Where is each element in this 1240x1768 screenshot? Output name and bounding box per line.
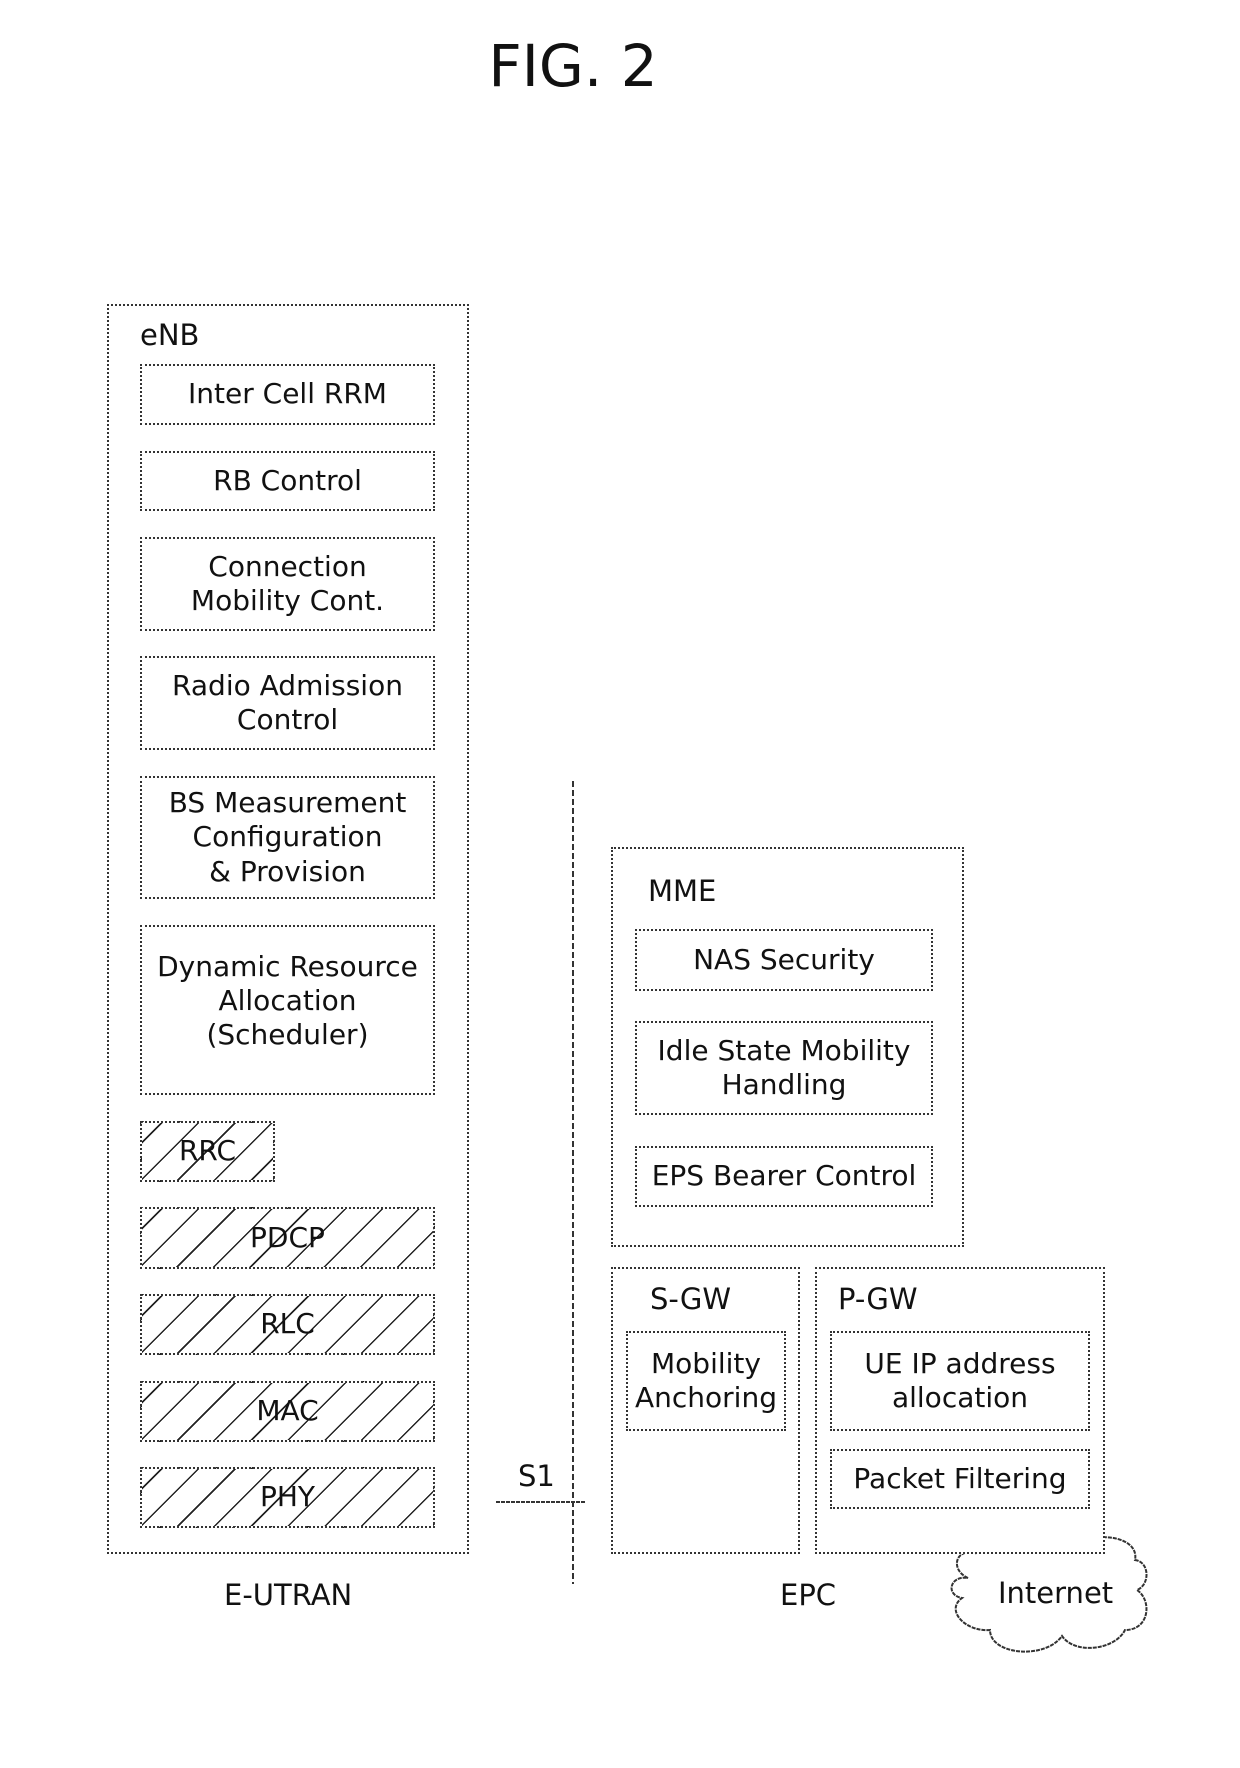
pgw-function-ue-ip-allocation: UE IP address allocation [830,1331,1090,1431]
sgw-function-mobility-anchoring: Mobility Anchoring [626,1331,786,1431]
mme-function-nas-security: NAS Security [635,929,933,991]
s1-label: S1 [518,1459,555,1493]
pgw-label: P-GW [838,1282,918,1316]
e-utran-label: E-UTRAN [224,1578,353,1612]
mme-function-idle-state-mobility: Idle State Mobility Handling [635,1021,933,1115]
sgw-label: S-GW [650,1282,732,1316]
mme-function-eps-bearer-control: EPS Bearer Control [635,1146,933,1207]
mme-label: MME [648,874,717,908]
epc-label: EPC [780,1578,837,1612]
internet-label: Internet [998,1576,1114,1610]
pgw-function-packet-filtering: Packet Filtering [830,1449,1090,1509]
